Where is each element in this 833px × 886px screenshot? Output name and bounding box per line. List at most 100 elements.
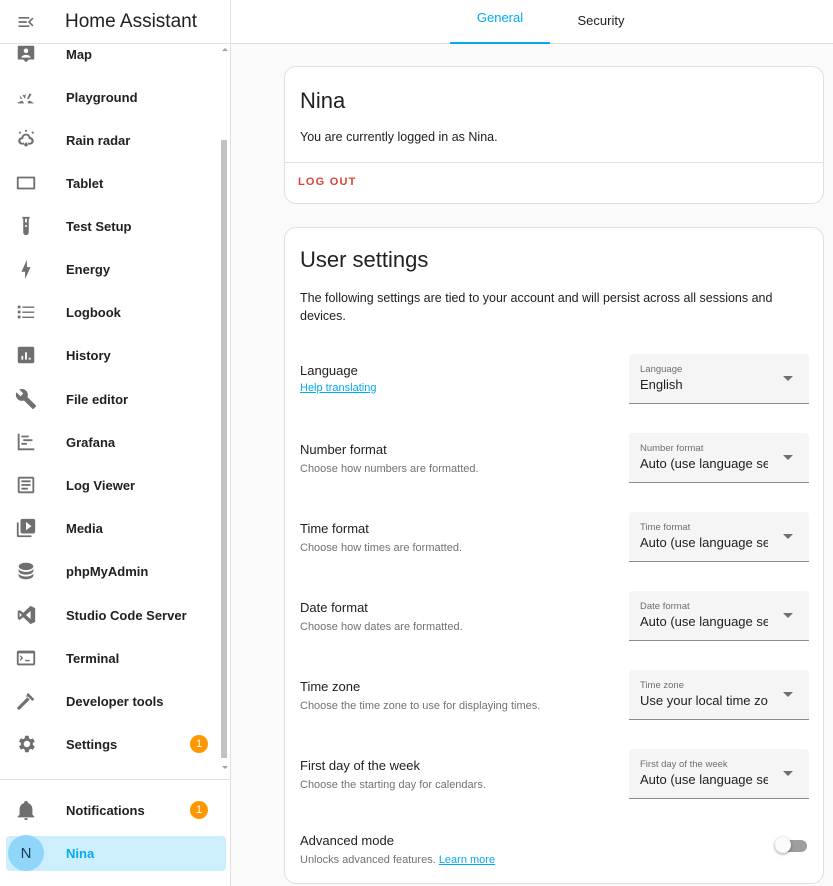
sidebar-item-label: Log Viewer <box>66 477 136 493</box>
test-tube-icon <box>0 215 52 237</box>
scroll-down-arrow-icon[interactable] <box>222 766 228 769</box>
time-format-select[interactable]: Time format Auto (use language setting) <box>629 512 809 562</box>
map-marker-icon <box>0 44 52 65</box>
select-label: Time zone <box>640 680 684 691</box>
number-format-select[interactable]: Number format Auto (use language setting… <box>629 433 809 483</box>
setting-description: Choose how dates are formatted. <box>300 621 463 633</box>
sidebar-item-terminal[interactable]: Terminal <box>0 638 218 678</box>
sidebar-item-label: Energy <box>66 261 111 277</box>
dropdown-arrow-icon <box>783 455 793 460</box>
sidebar-item-rain-radar[interactable]: Rain radar <box>0 120 218 160</box>
setting-row-language: Language Help translating Language Engli… <box>285 354 823 406</box>
sidebar-item-label: Notifications <box>66 802 145 818</box>
tab-security[interactable]: Security <box>551 0 651 44</box>
select-value: Auto (use language setting) <box>640 614 768 629</box>
menu-open-icon <box>18 16 34 27</box>
logout-button[interactable]: LOG OUT <box>298 176 357 188</box>
learn-more-link[interactable]: Learn more <box>439 854 495 866</box>
sidebar-item-history[interactable]: History <box>0 335 218 375</box>
setting-title: Number format <box>300 442 387 457</box>
setting-row-advanced-mode: Advanced mode Unlocks advanced features.… <box>285 824 823 876</box>
setting-row-date-format: Date format Choose how dates are formatt… <box>285 591 823 643</box>
sidebar-item-log-viewer[interactable]: Log Viewer <box>0 465 218 505</box>
setting-row-time-format: Time format Choose how times are formatt… <box>285 512 823 564</box>
setting-title: Language <box>300 363 358 378</box>
language-select[interactable]: Language English <box>629 354 809 404</box>
scroll-up-arrow-icon[interactable] <box>222 48 228 51</box>
select-value: Use your local time zone <box>640 693 768 708</box>
select-label: Date format <box>640 601 690 612</box>
weather-radar-icon <box>0 129 52 151</box>
sidebar-item-label: Developer tools <box>66 693 164 709</box>
sidebar-item-user-profile[interactable]: N Nina <box>6 835 226 871</box>
select-value: Auto (use language setting) <box>640 772 768 787</box>
sidebar-item-notifications[interactable]: Notifications 1 <box>0 790 218 830</box>
setting-description: Choose the time zone to use for displayi… <box>300 700 541 712</box>
sidebar-item-settings[interactable]: Settings 1 <box>0 724 218 764</box>
sidebar-item-label: Grafana <box>66 434 116 450</box>
sidebar-item-map[interactable]: Map <box>0 44 218 74</box>
first-day-of-week-select[interactable]: First day of the week Auto (use language… <box>629 749 809 799</box>
lightning-bolt-icon <box>0 258 52 280</box>
profile-card: Nina You are currently logged in as Nina… <box>284 66 824 204</box>
notifications-badge: 1 <box>190 801 208 819</box>
sidebar-item-label: Settings <box>66 736 118 752</box>
select-label: Language <box>640 364 683 375</box>
select-label: First day of the week <box>640 759 728 770</box>
vscode-icon <box>0 604 52 626</box>
sidebar-item-logbook[interactable]: Logbook <box>0 292 218 332</box>
select-label: Time format <box>640 522 691 533</box>
user-settings-title: User settings <box>300 247 429 272</box>
advanced-description-text: Unlocks advanced features. <box>300 854 436 866</box>
dropdown-arrow-icon <box>783 376 793 381</box>
text-box-icon <box>0 474 52 496</box>
app-title: Home Assistant <box>65 10 197 32</box>
sidebar-item-file-editor[interactable]: File editor <box>0 379 218 419</box>
sidebar-item-label: Studio Code Server <box>66 607 187 623</box>
advanced-mode-toggle[interactable] <box>775 836 809 854</box>
sidebar-item-tablet[interactable]: Tablet <box>0 163 218 203</box>
bell-icon <box>0 799 52 821</box>
sidebar-item-test-setup[interactable]: Test Setup <box>0 206 218 246</box>
sidebar-item-grafana[interactable]: Grafana <box>0 422 218 462</box>
date-format-select[interactable]: Date format Auto (use language setting) <box>629 591 809 641</box>
sidebar-item-energy[interactable]: Energy <box>0 249 218 289</box>
setting-title: First day of the week <box>300 758 420 773</box>
sidebar-item-phpmyadmin[interactable]: phpMyAdmin <box>0 551 218 591</box>
scrollbar-thumb[interactable] <box>221 140 227 758</box>
hammer-icon <box>0 690 52 712</box>
setting-description: Unlocks advanced features. Learn more <box>300 854 495 866</box>
sidebar-item-playground[interactable]: Playground <box>0 77 218 117</box>
tab-general[interactable]: General <box>450 0 550 44</box>
select-value: Auto (use language setting) <box>640 456 768 471</box>
user-settings-card: User settings The following settings are… <box>284 227 824 884</box>
sidebar-divider <box>0 779 230 780</box>
setting-row-number-format: Number format Choose how numbers are for… <box>285 433 823 485</box>
menu-toggle-button[interactable] <box>0 0 52 44</box>
avatar: N <box>8 835 44 871</box>
sidebar-item-label: phpMyAdmin <box>66 563 149 579</box>
tablet-icon <box>0 172 52 194</box>
sidebar-list: Map Playground Rain radar Tablet Test Se… <box>0 44 230 779</box>
profile-name: Nina <box>300 88 346 113</box>
sidebar-item-media[interactable]: Media <box>0 508 218 548</box>
toggle-knob <box>775 837 791 853</box>
user-name: Nina <box>66 846 95 861</box>
console-icon <box>0 647 52 669</box>
help-translating-link[interactable]: Help translating <box>300 382 376 394</box>
dropdown-arrow-icon <box>783 534 793 539</box>
select-value: Auto (use language setting) <box>640 535 768 550</box>
chart-timeline-icon <box>0 431 52 453</box>
time-zone-select[interactable]: Time zone Use your local time zone <box>629 670 809 720</box>
sidebar-item-label: Media <box>66 520 103 536</box>
setting-row-time-zone: Time zone Choose the time zone to use fo… <box>285 670 823 722</box>
setting-row-first-day-of-week: First day of the week Choose the startin… <box>285 749 823 801</box>
dropdown-arrow-icon <box>783 613 793 618</box>
sidebar-item-label: Logbook <box>66 304 121 320</box>
sidebar-item-developer-tools[interactable]: Developer tools <box>0 681 218 721</box>
setting-description: Choose how times are formatted. <box>300 542 463 554</box>
setting-title: Advanced mode <box>300 833 394 848</box>
sidebar-item-studio-code-server[interactable]: Studio Code Server <box>0 595 218 635</box>
sidebar-scrollbar[interactable] <box>220 44 228 769</box>
sidebar: Home Assistant Map Playground Rain radar… <box>0 0 231 886</box>
